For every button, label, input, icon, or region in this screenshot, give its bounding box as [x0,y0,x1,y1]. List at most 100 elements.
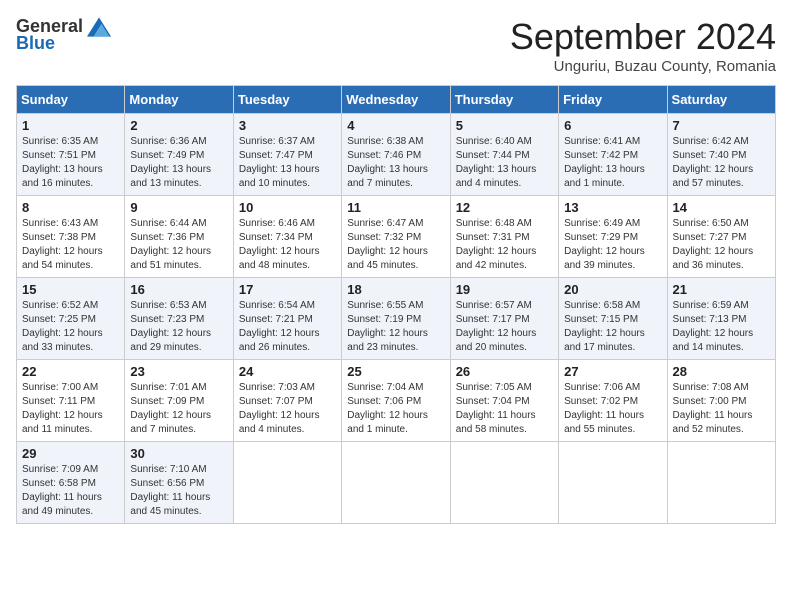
day-number: 13 [564,200,661,215]
day-info: Sunrise: 6:46 AM Sunset: 7:34 PM Dayligh… [239,217,336,273]
day-number: 19 [456,282,553,297]
day-number: 27 [564,364,661,379]
day-number: 30 [130,446,227,461]
sunset-text: Sunset: 7:02 PM [564,396,638,407]
calendar-week-row: 1 Sunrise: 6:35 AM Sunset: 7:51 PM Dayli… [17,114,776,196]
day-number: 29 [22,446,119,461]
sunrise-text: Sunrise: 7:00 AM [22,382,98,393]
column-header-saturday: Saturday [667,86,775,114]
sunrise-text: Sunrise: 7:08 AM [673,382,749,393]
day-number: 2 [130,118,227,133]
calendar-cell: 16 Sunrise: 6:53 AM Sunset: 7:23 PM Dayl… [125,278,233,360]
calendar-cell: 29 Sunrise: 7:09 AM Sunset: 6:58 PM Dayl… [17,442,125,524]
sunset-text: Sunset: 7:36 PM [130,232,204,243]
calendar-cell: 13 Sunrise: 6:49 AM Sunset: 7:29 PM Dayl… [559,196,667,278]
daylight-text: Daylight: 13 hours and 13 minutes. [130,164,211,189]
day-info: Sunrise: 6:49 AM Sunset: 7:29 PM Dayligh… [564,217,661,273]
daylight-text: Daylight: 12 hours and 7 minutes. [130,410,211,435]
title-block: September 2024 Unguriu, Buzau County, Ro… [510,16,776,75]
sunrise-text: Sunrise: 6:59 AM [673,300,749,311]
calendar-week-row: 15 Sunrise: 6:52 AM Sunset: 7:25 PM Dayl… [17,278,776,360]
daylight-text: Daylight: 12 hours and 36 minutes. [673,246,754,271]
sunrise-text: Sunrise: 6:46 AM [239,218,315,229]
sunrise-text: Sunrise: 6:49 AM [564,218,640,229]
day-info: Sunrise: 6:43 AM Sunset: 7:38 PM Dayligh… [22,217,119,273]
day-number: 6 [564,118,661,133]
calendar-cell: 6 Sunrise: 6:41 AM Sunset: 7:42 PM Dayli… [559,114,667,196]
month-title: September 2024 [510,16,776,58]
calendar-cell: 21 Sunrise: 6:59 AM Sunset: 7:13 PM Dayl… [667,278,775,360]
sunrise-text: Sunrise: 6:50 AM [673,218,749,229]
sunrise-text: Sunrise: 6:54 AM [239,300,315,311]
sunset-text: Sunset: 7:34 PM [239,232,313,243]
page-header: General Blue September 2024 Unguriu, Buz… [16,16,776,75]
sunrise-text: Sunrise: 6:37 AM [239,136,315,147]
daylight-text: Daylight: 13 hours and 7 minutes. [347,164,428,189]
day-info: Sunrise: 6:41 AM Sunset: 7:42 PM Dayligh… [564,135,661,191]
calendar-cell: 15 Sunrise: 6:52 AM Sunset: 7:25 PM Dayl… [17,278,125,360]
day-info: Sunrise: 7:05 AM Sunset: 7:04 PM Dayligh… [456,381,553,437]
calendar-cell: 3 Sunrise: 6:37 AM Sunset: 7:47 PM Dayli… [233,114,341,196]
daylight-text: Daylight: 12 hours and 17 minutes. [564,328,645,353]
day-number: 8 [22,200,119,215]
daylight-text: Daylight: 12 hours and 48 minutes. [239,246,320,271]
calendar-header-row: SundayMondayTuesdayWednesdayThursdayFrid… [17,86,776,114]
sunset-text: Sunset: 7:21 PM [239,314,313,325]
sunrise-text: Sunrise: 6:48 AM [456,218,532,229]
calendar-cell: 19 Sunrise: 6:57 AM Sunset: 7:17 PM Dayl… [450,278,558,360]
calendar-cell [667,442,775,524]
calendar-cell: 28 Sunrise: 7:08 AM Sunset: 7:00 PM Dayl… [667,360,775,442]
day-number: 14 [673,200,770,215]
sunrise-text: Sunrise: 6:53 AM [130,300,206,311]
sunrise-text: Sunrise: 7:03 AM [239,382,315,393]
day-number: 9 [130,200,227,215]
daylight-text: Daylight: 12 hours and 23 minutes. [347,328,428,353]
day-info: Sunrise: 7:04 AM Sunset: 7:06 PM Dayligh… [347,381,444,437]
sunset-text: Sunset: 7:31 PM [456,232,530,243]
day-number: 10 [239,200,336,215]
day-number: 1 [22,118,119,133]
sunset-text: Sunset: 7:29 PM [564,232,638,243]
day-info: Sunrise: 6:37 AM Sunset: 7:47 PM Dayligh… [239,135,336,191]
day-info: Sunrise: 6:38 AM Sunset: 7:46 PM Dayligh… [347,135,444,191]
sunset-text: Sunset: 7:09 PM [130,396,204,407]
sunrise-text: Sunrise: 6:58 AM [564,300,640,311]
calendar-cell: 24 Sunrise: 7:03 AM Sunset: 7:07 PM Dayl… [233,360,341,442]
daylight-text: Daylight: 12 hours and 4 minutes. [239,410,320,435]
calendar-cell: 11 Sunrise: 6:47 AM Sunset: 7:32 PM Dayl… [342,196,450,278]
calendar-cell: 23 Sunrise: 7:01 AM Sunset: 7:09 PM Dayl… [125,360,233,442]
calendar-cell: 1 Sunrise: 6:35 AM Sunset: 7:51 PM Dayli… [17,114,125,196]
sunset-text: Sunset: 7:38 PM [22,232,96,243]
sunrise-text: Sunrise: 6:38 AM [347,136,423,147]
day-number: 21 [673,282,770,297]
sunset-text: Sunset: 7:51 PM [22,150,96,161]
sunrise-text: Sunrise: 6:36 AM [130,136,206,147]
day-info: Sunrise: 6:52 AM Sunset: 7:25 PM Dayligh… [22,299,119,355]
day-info: Sunrise: 6:40 AM Sunset: 7:44 PM Dayligh… [456,135,553,191]
sunset-text: Sunset: 7:25 PM [22,314,96,325]
daylight-text: Daylight: 12 hours and 42 minutes. [456,246,537,271]
sunset-text: Sunset: 7:23 PM [130,314,204,325]
day-number: 4 [347,118,444,133]
sunset-text: Sunset: 7:40 PM [673,150,747,161]
daylight-text: Daylight: 11 hours and 58 minutes. [456,410,536,435]
calendar-cell: 9 Sunrise: 6:44 AM Sunset: 7:36 PM Dayli… [125,196,233,278]
day-number: 17 [239,282,336,297]
column-header-monday: Monday [125,86,233,114]
sunrise-text: Sunrise: 7:01 AM [130,382,206,393]
day-info: Sunrise: 6:55 AM Sunset: 7:19 PM Dayligh… [347,299,444,355]
day-info: Sunrise: 7:01 AM Sunset: 7:09 PM Dayligh… [130,381,227,437]
sunset-text: Sunset: 7:15 PM [564,314,638,325]
day-info: Sunrise: 6:47 AM Sunset: 7:32 PM Dayligh… [347,217,444,273]
sunrise-text: Sunrise: 6:44 AM [130,218,206,229]
daylight-text: Daylight: 12 hours and 33 minutes. [22,328,103,353]
sunset-text: Sunset: 7:13 PM [673,314,747,325]
column-header-tuesday: Tuesday [233,86,341,114]
sunrise-text: Sunrise: 7:10 AM [130,464,206,475]
column-header-wednesday: Wednesday [342,86,450,114]
sunrise-text: Sunrise: 6:43 AM [22,218,98,229]
sunset-text: Sunset: 7:32 PM [347,232,421,243]
calendar-cell: 8 Sunrise: 6:43 AM Sunset: 7:38 PM Dayli… [17,196,125,278]
sunrise-text: Sunrise: 6:35 AM [22,136,98,147]
day-info: Sunrise: 7:09 AM Sunset: 6:58 PM Dayligh… [22,463,119,519]
